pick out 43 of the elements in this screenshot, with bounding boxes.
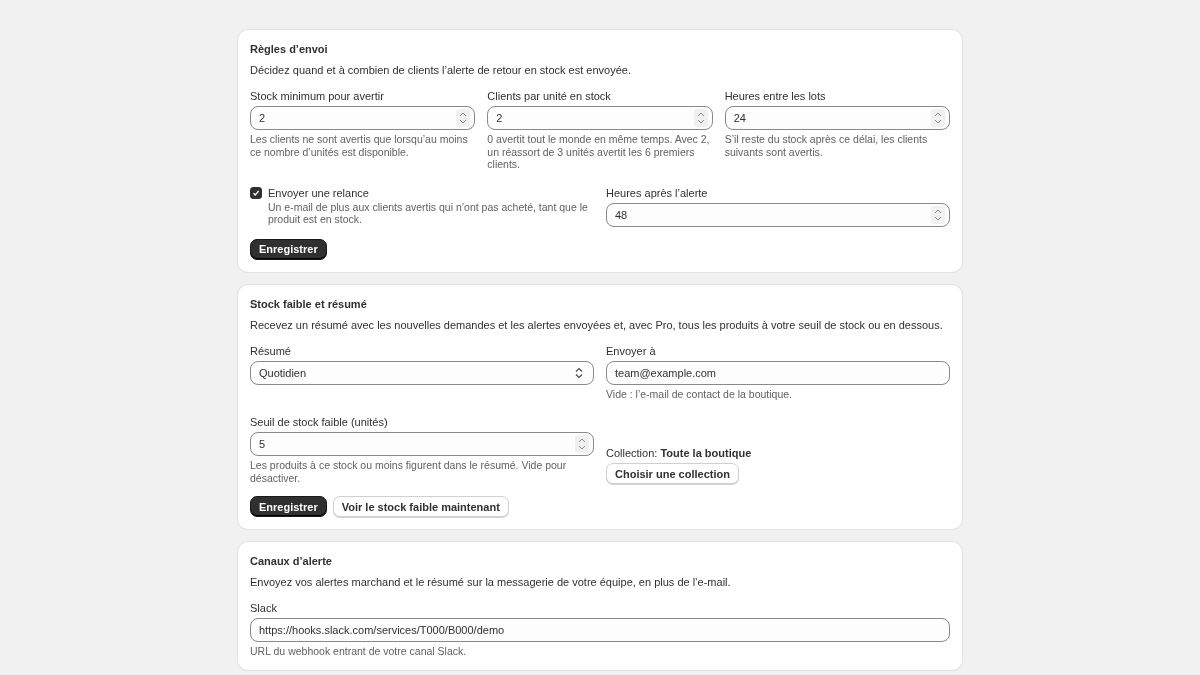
checkbox[interactable]: [250, 186, 262, 199]
spinner-icon[interactable]: [693, 109, 708, 127]
field-label: Résumé: [250, 344, 292, 357]
help-text: Les produits à ce stock ou moins figurent dans le résumé. Vide pour désactiver.: [250, 459, 568, 484]
save-button[interactable]: Enregistrer: [250, 238, 327, 260]
text-field[interactable]: team@example.com: [606, 360, 950, 385]
field-label: Envoyer à: [606, 344, 657, 357]
check-icon: [252, 188, 260, 197]
field-label: Stock minimum pour avertir: [250, 90, 385, 102]
card-title: Règles d’envoi: [250, 43, 329, 55]
select-field[interactable]: Quotidien: [250, 360, 594, 385]
save-button[interactable]: Enregistrer: [250, 496, 327, 517]
action-button[interactable]: Voir le stock faible maintenant: [332, 496, 509, 517]
card-description: Décidez quand et à combien de clients l’alerte de retour en stock est envoyée.: [250, 64, 632, 76]
field-label: Clients par unité en stock: [487, 90, 612, 102]
help-text: URL du webhook entrant de votre canal Slack.: [250, 645, 468, 658]
number-field[interactable]: 48: [606, 202, 950, 227]
number-field[interactable]: 2: [487, 106, 713, 130]
card-description: Recevez un résumé avec les nouvelles demandes et les alertes envoyées et, avec Pro, tous les produits à votre seuil de stock ou en dessous.: [250, 318, 944, 331]
field-label: Slack: [250, 602, 278, 614]
help-text: S’il reste du stock après ce délai, les clients suivants sont avertis.: [724, 133, 929, 158]
spinner-icon[interactable]: [575, 435, 589, 453]
number-field[interactable]: 2: [250, 106, 476, 130]
checkbox-label: Envoyer une relance: [268, 186, 370, 199]
text-field[interactable]: https://hooks.slack.com/services/T000/B000/demo: [250, 618, 950, 642]
help-text: Un e-mail de plus aux clients avertis qui n’ont pas acheté, tant que le produit est en stock.: [268, 200, 589, 226]
spinner-icon[interactable]: [456, 109, 471, 127]
help-text: Les clients ne sont avertis que lorsqu’au moins ce nombre d’unités est disponible.: [250, 133, 469, 158]
card-description: Envoyez vos alertes marchand et le résumé sur la messagerie de votre équipe, en plus de l’e-mail.: [250, 576, 732, 588]
card-title: Canaux d’alerte: [250, 555, 333, 567]
spinner-icon[interactable]: [931, 109, 945, 127]
help-text: Vide : l’e-mail de contact de la boutique.: [606, 387, 793, 400]
help-text: 0 avertit tout le monde en même temps. Avec 2, un réassort de 3 unités avertit les 6 premiers clients.: [487, 133, 711, 171]
number-field[interactable]: 24: [724, 106, 950, 130]
number-field[interactable]: 5: [250, 432, 594, 456]
card-title: Stock faible et résumé: [250, 297, 368, 310]
chevron-icon: [573, 365, 585, 380]
field-label: Seuil de stock faible (unités): [250, 416, 389, 428]
field-label: Heures après l’alerte: [606, 186, 709, 199]
collection-text: Collection: Toute la boutique: [606, 447, 753, 459]
spinner-icon[interactable]: [931, 205, 945, 224]
field-label: Heures entre les lots: [724, 90, 827, 102]
choose-collection-button[interactable]: Choisir une collection: [606, 463, 739, 484]
